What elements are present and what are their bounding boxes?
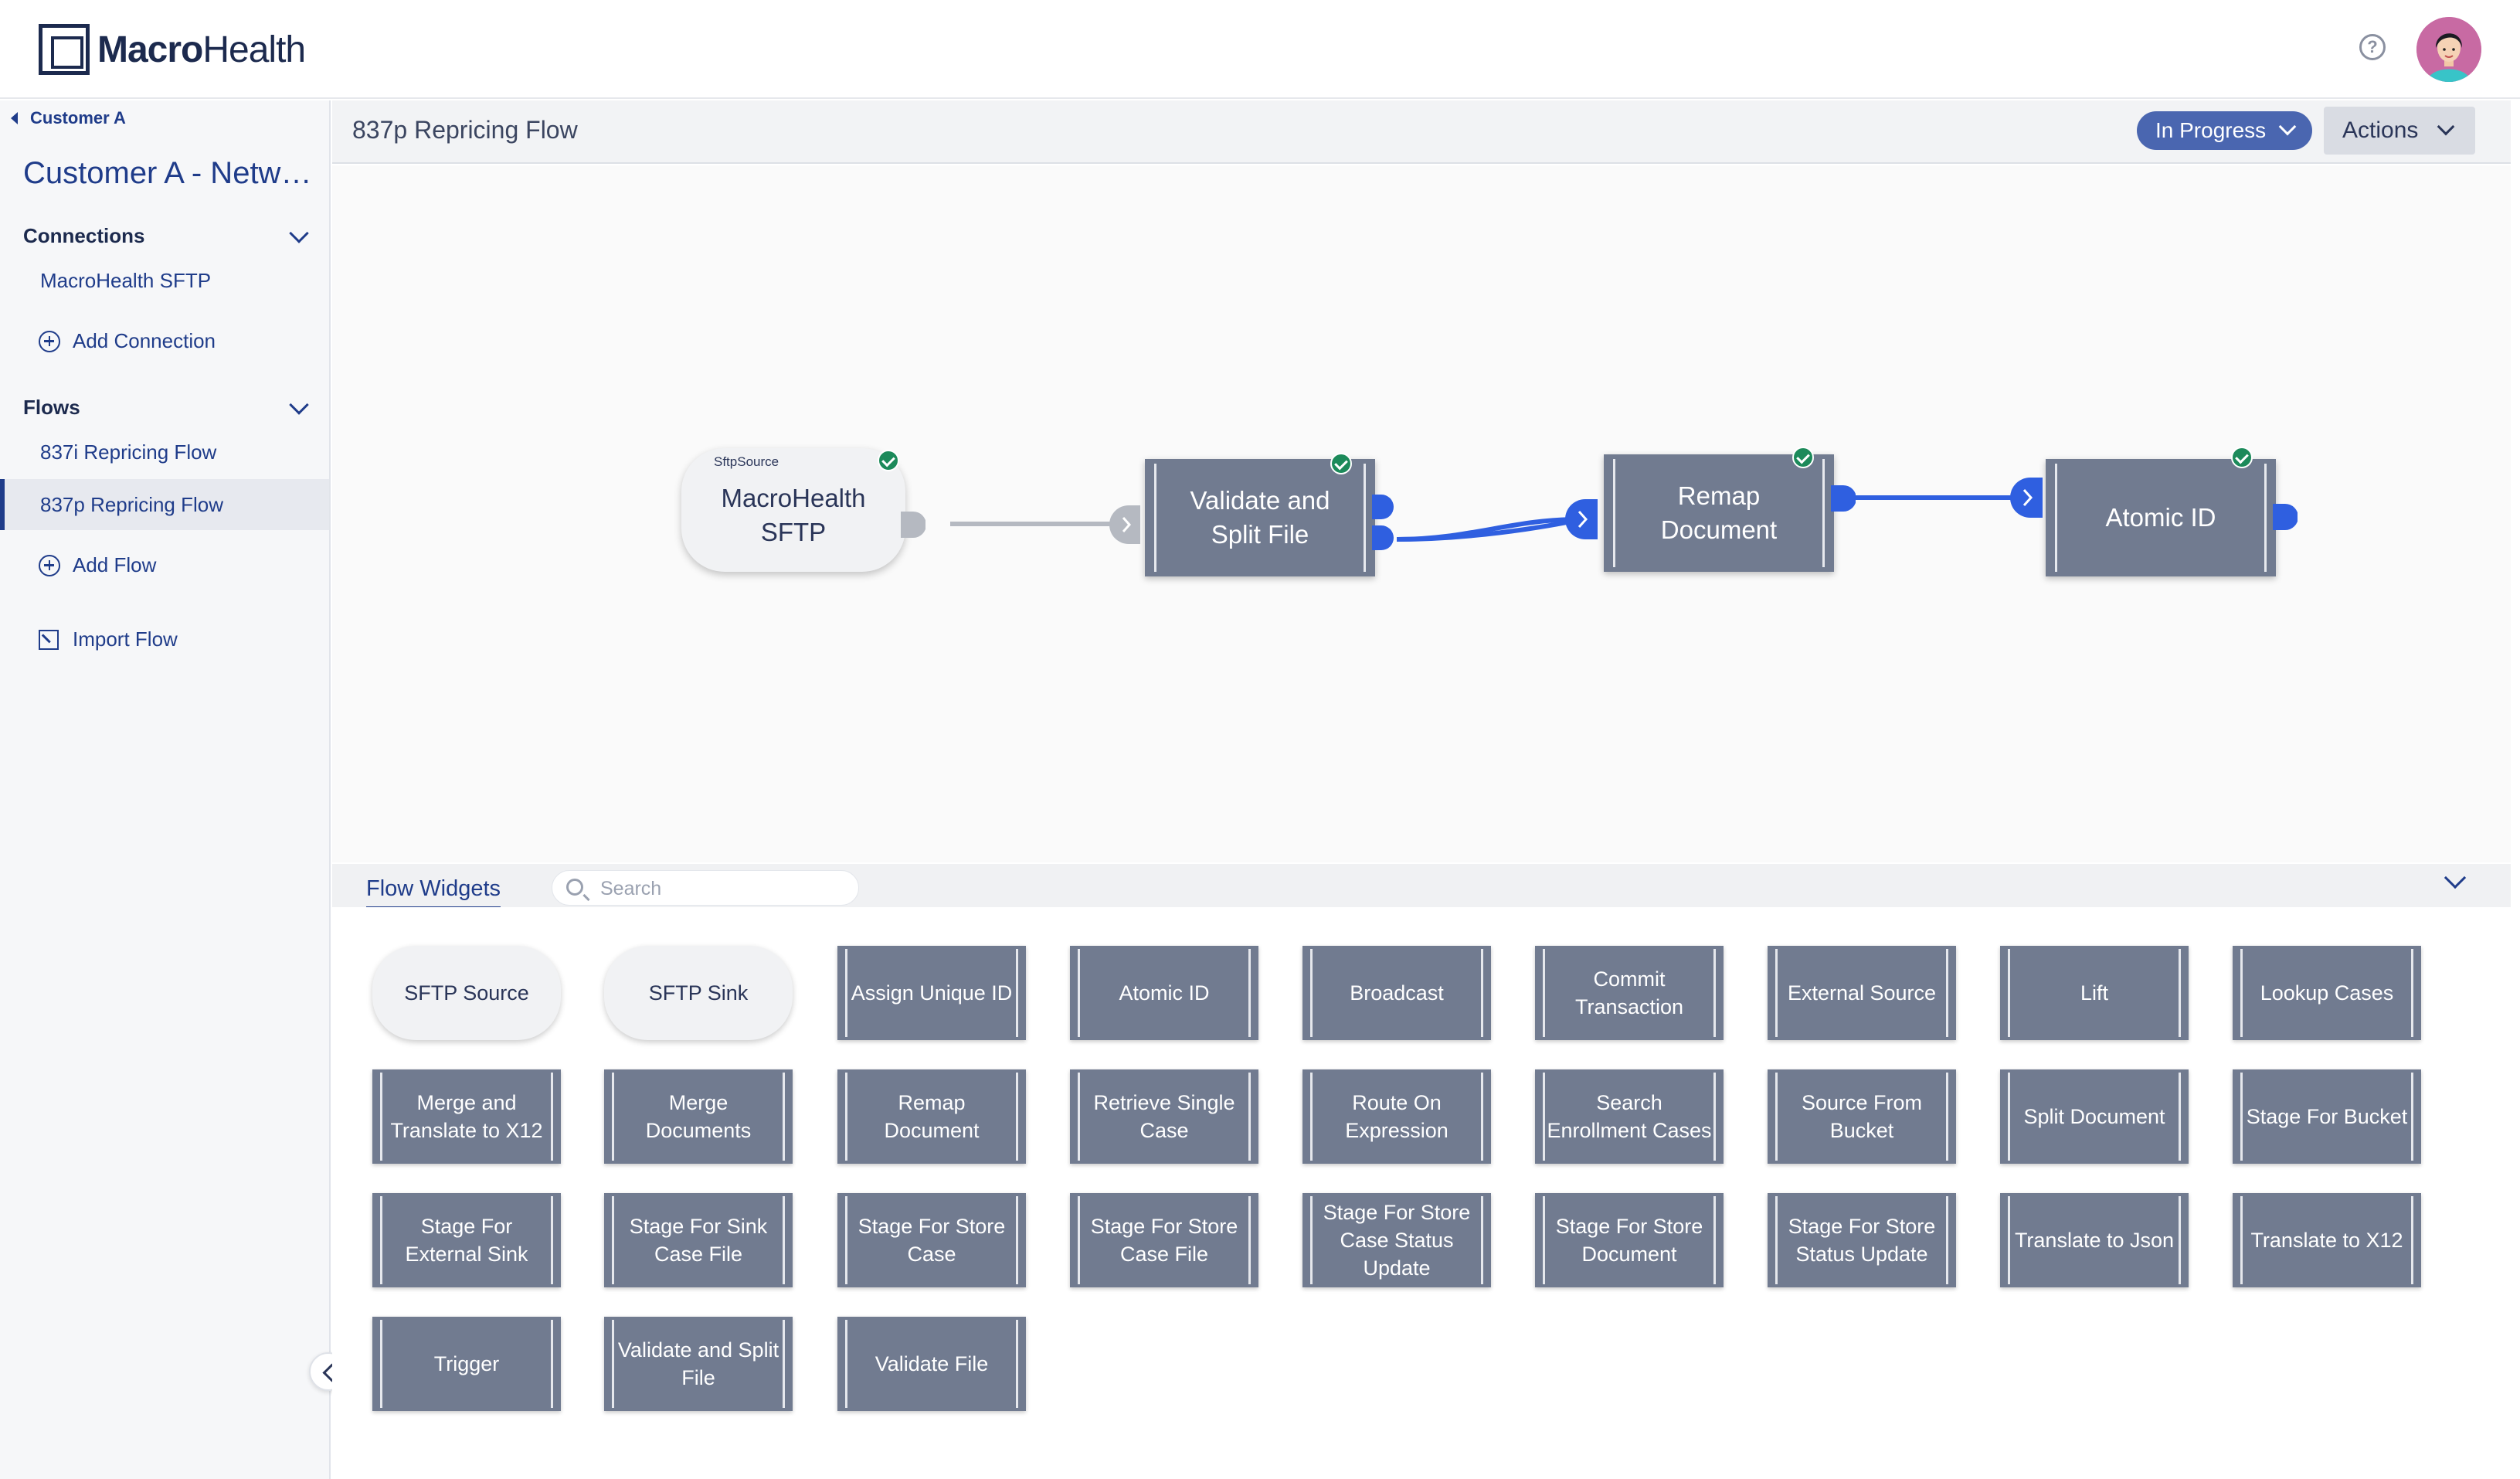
chevron-down-icon	[289, 394, 309, 415]
sidebar-item-macrohealth-sftp[interactable]: MacroHealth SFTP	[40, 269, 211, 293]
actions-dropdown[interactable]: Actions	[2324, 107, 2475, 155]
node-remap-document[interactable]: Remap Document	[1604, 454, 1834, 572]
widget-split-document[interactable]: Split Document	[2000, 1069, 2189, 1164]
widget-translate-to-x12[interactable]: Translate to X12	[2233, 1193, 2421, 1287]
widget-remap-document[interactable]: Remap Document	[837, 1069, 1026, 1164]
widget-stage-for-store-case[interactable]: Stage For Store Case	[837, 1193, 1026, 1287]
flow-widgets-header: Flow Widgets	[332, 864, 2511, 910]
import-flow-button[interactable]: Import Flow	[39, 627, 178, 651]
widget-validate-file[interactable]: Validate File	[837, 1317, 1026, 1411]
widget-route-on-expression[interactable]: Route On Expression	[1302, 1069, 1491, 1164]
status-dropdown[interactable]: In Progress	[2137, 111, 2313, 150]
flows-section-header[interactable]: Flows	[23, 394, 317, 420]
widget-stage-for-external-sink[interactable]: Stage For External Sink	[372, 1193, 561, 1287]
widget-search-input[interactable]	[600, 876, 847, 902]
widget-validate-and-split-file[interactable]: Validate and Split File	[604, 1317, 793, 1411]
valid-check-icon	[1330, 453, 1352, 474]
widget-external-source[interactable]: External Source	[1768, 946, 1956, 1040]
widget-broadcast[interactable]: Broadcast	[1302, 946, 1491, 1040]
flow-title: 837p Repricing Flow	[352, 116, 578, 144]
chevron-down-icon	[2437, 117, 2455, 136]
top-header: MacroHealth ?	[0, 0, 2520, 99]
chevron-down-icon	[2278, 117, 2297, 136]
plus-circle-icon	[39, 330, 60, 352]
widget-lift[interactable]: Lift	[2000, 946, 2189, 1040]
caret-left-icon	[11, 112, 18, 124]
valid-check-icon	[1792, 447, 1814, 468]
widget-search-enrollment-cases[interactable]: Search Enrollment Cases	[1535, 1069, 1724, 1164]
widget-sftp-source[interactable]: SFTP Source	[372, 946, 561, 1040]
macrohealth-logo[interactable]: MacroHealth	[39, 23, 306, 76]
input-port[interactable]	[1565, 499, 1598, 539]
user-avatar[interactable]	[2416, 17, 2481, 82]
widget-trigger[interactable]: Trigger	[372, 1317, 561, 1411]
output-port[interactable]	[2273, 504, 2298, 530]
node-validate-and-split-file[interactable]: Validate and Split File	[1145, 459, 1375, 576]
widget-source-from-bucket[interactable]: Source From Bucket	[1768, 1069, 1956, 1164]
output-port[interactable]	[1831, 485, 1856, 512]
widget-translate-to-json[interactable]: Translate to Json	[2000, 1193, 2189, 1287]
widget-stage-for-store-case-file[interactable]: Stage For Store Case File	[1070, 1193, 1258, 1287]
valid-check-icon	[878, 450, 899, 471]
output-ports[interactable]	[1372, 495, 1395, 550]
sidebar-item-837i-repricing-flow[interactable]: 837i Repricing Flow	[40, 440, 216, 464]
flow-canvas[interactable]: SftpSource MacroHealth SFTP Validate and…	[332, 165, 2511, 862]
widget-stage-for-store-status-update[interactable]: Stage For Store Status Update	[1768, 1193, 1956, 1287]
tab-flow-widgets[interactable]: Flow Widgets	[366, 876, 501, 910]
flow-widgets-palette: SFTP Source SFTP Sink Assign Unique ID Atom…	[332, 907, 2511, 1464]
input-port[interactable]	[1109, 505, 1140, 544]
sidebar-item-837p-repricing-flow[interactable]: 837p Repricing Flow	[40, 493, 223, 517]
chevron-down-icon[interactable]	[2444, 866, 2467, 889]
flow-header-bar: 837p Repricing Flow In Progress Actions	[332, 100, 2511, 164]
add-connection-button[interactable]: Add Connection	[39, 329, 216, 353]
back-to-customer-link[interactable]: Customer A	[11, 108, 126, 128]
widget-atomic-id[interactable]: Atomic ID	[1070, 946, 1258, 1040]
sidebar: Customer A Customer A - Netwo… Connectio…	[0, 100, 331, 1479]
input-port[interactable]	[2010, 478, 2043, 518]
widget-stage-for-store-case-status-update[interactable]: Stage For Store Case Status Update	[1302, 1193, 1491, 1287]
widget-commit-transaction[interactable]: Commit Transaction	[1535, 946, 1724, 1040]
widget-merge-documents[interactable]: Merge Documents	[604, 1069, 793, 1164]
logo-mark-icon	[39, 24, 90, 75]
search-icon	[566, 879, 583, 896]
widget-stage-for-store-document[interactable]: Stage For Store Document	[1535, 1193, 1724, 1287]
import-icon	[39, 629, 59, 650]
network-title: Customer A - Netwo…	[23, 156, 317, 190]
connections-section-header[interactable]: Connections	[23, 223, 317, 248]
node-sftp-source[interactable]: SftpSource MacroHealth SFTP	[681, 448, 905, 572]
widget-assign-unique-id[interactable]: Assign Unique ID	[837, 946, 1026, 1040]
widget-search[interactable]	[552, 870, 859, 906]
widget-stage-for-bucket[interactable]: Stage For Bucket	[2233, 1069, 2421, 1164]
widget-stage-for-sink-case-file[interactable]: Stage For Sink Case File	[604, 1193, 793, 1287]
chevron-down-icon	[289, 223, 309, 243]
plus-circle-icon	[39, 554, 60, 576]
widget-retrieve-single-case[interactable]: Retrieve Single Case	[1070, 1069, 1258, 1164]
node-atomic-id[interactable]: Atomic ID	[2046, 459, 2276, 576]
output-port[interactable]	[901, 512, 925, 538]
help-circle-icon[interactable]: ?	[2359, 34, 2386, 60]
widget-sftp-sink[interactable]: SFTP Sink	[604, 946, 793, 1040]
valid-check-icon	[2231, 447, 2253, 468]
widget-lookup-cases[interactable]: Lookup Cases	[2233, 946, 2421, 1040]
add-flow-button[interactable]: Add Flow	[39, 553, 156, 577]
widget-merge-and-translate-to-x12[interactable]: Merge and Translate to X12	[372, 1069, 561, 1164]
